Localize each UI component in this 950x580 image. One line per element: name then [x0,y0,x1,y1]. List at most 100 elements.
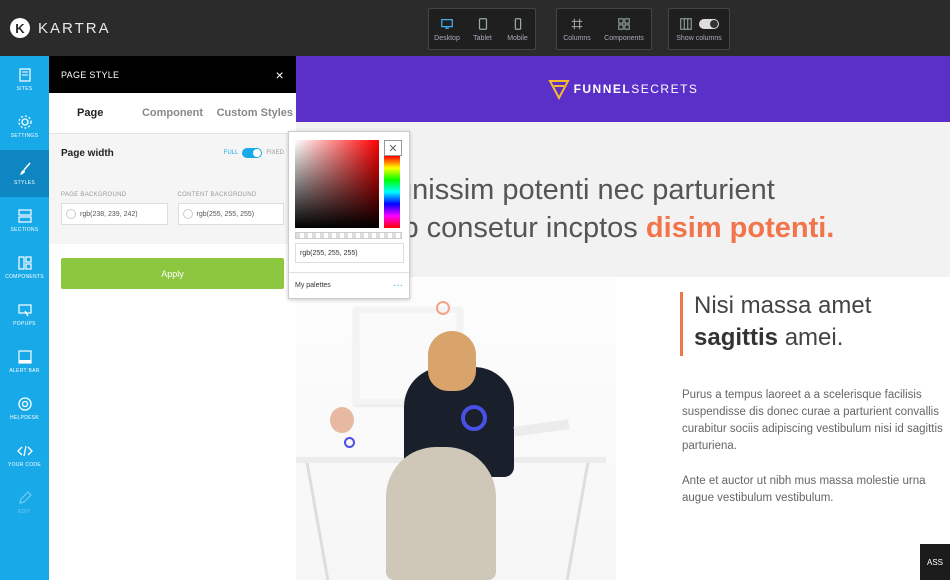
sidebar-item-components[interactable]: COMPONENTS [0,244,49,291]
page-background-field[interactable]: rgb(238, 239, 242) [61,203,168,225]
show-columns-group: Show columns [668,8,730,50]
hero-line-2-text: ip consetur incptos [396,212,646,244]
sidebar-label-alert-bar: ALERT BAR [9,368,40,374]
tab-page[interactable]: Page [49,93,131,133]
brand-bold: FUNNEL [573,82,632,96]
show-columns-switch[interactable] [699,18,719,29]
my-palettes-label: My palettes [295,282,331,289]
sidebar-item-edit[interactable]: EDIT [0,479,49,526]
device-desktop-label: Desktop [434,34,460,42]
device-tablet-button[interactable]: Tablet [465,9,500,49]
funnel-logo-icon [547,80,570,100]
person-head [428,331,476,391]
components-sidebar-icon [17,256,32,270]
background-row: PAGE BACKGROUND rgb(238, 239, 242) CONTE… [49,172,296,244]
quote-rest: amei. [778,324,844,351]
code-icon [16,445,33,457]
desk-leg-right [565,463,590,580]
left-sidebar: SITES SETTINGS STYLES SECTIONS COMPONENT… [0,56,49,580]
sidebar-item-sites[interactable]: SITES [0,56,49,103]
columns-button[interactable]: Columns [557,9,597,49]
sidebar-item-popups[interactable]: POPUPS [0,291,49,338]
apply-button[interactable]: Apply [61,258,284,289]
my-palettes-row[interactable]: My palettes ··· [289,272,409,298]
sidebar-item-styles[interactable]: STYLES [0,150,49,197]
sidebar-item-helpdesk[interactable]: HELPDESK [0,385,49,432]
hero-photo [296,277,616,580]
device-mobile-button[interactable]: Mobile [500,9,535,49]
sidebar-label-settings: SETTINGS [10,133,39,139]
sidebar-label-your-code: YOUR CODE [8,462,41,468]
tablet-icon [478,17,487,30]
hue-slider[interactable] [384,156,400,228]
sidebar-item-your-code[interactable]: YOUR CODE [0,432,49,479]
desktop-icon [441,18,453,29]
laptop [513,419,570,437]
small-blue-ring-decoration [344,437,355,448]
panel-header: PAGE STYLE × [49,56,296,93]
panel-tabs: Page Component Custom Styles [49,93,296,134]
picker-value-input[interactable]: rgb(255, 255, 255) [295,243,404,263]
mobile-icon [514,17,521,30]
tab-component[interactable]: Component [131,93,213,133]
site-header: FUNNEL SECRETS [296,56,950,122]
sidebar-label-popups: POPUPS [13,321,36,327]
app-logo[interactable]: K KARTRA [10,14,111,42]
alert-bar-icon [17,350,32,364]
paragraph-2: Ante et auctor ut nibh mus massa molesti… [682,475,926,504]
alpha-slider[interactable] [295,232,402,239]
quote-bar [680,292,683,356]
quote-bold: sagittis [694,324,779,351]
more-options-icon[interactable]: ··· [393,280,403,291]
chair [386,447,496,580]
components-button[interactable]: Components [597,9,651,49]
sidebar-label-components: COMPONENTS [5,274,44,280]
page-width-row: Page width FULL FIXED [49,134,296,172]
device-switcher: Desktop Tablet Mobile [428,8,536,50]
content-background-swatch [182,209,193,219]
desk-leg-left [305,463,330,580]
brush-icon [19,162,31,175]
picker-clear-icon[interactable]: ✕ [384,140,402,156]
saturation-area[interactable] [295,140,379,228]
device-mobile-label: Mobile [507,34,528,42]
hero-line-1: gnissim potenti nec parturient [396,174,775,206]
page-width-switch[interactable] [242,148,263,158]
page-background-group: PAGE BACKGROUND rgb(238, 239, 242) [61,192,168,244]
layout-tools: Columns Components [556,8,652,50]
sidebar-item-sections[interactable]: SECTIONS [0,197,49,244]
toggle-fixed-label: FIXED [266,150,284,156]
device-desktop-button[interactable]: Desktop [429,9,465,49]
sites-icon [18,68,31,82]
columns-label: Columns [563,34,591,42]
content-background-value: rgb(255, 255, 255) [196,210,255,218]
site-brand[interactable]: FUNNEL SECRETS [547,78,699,100]
hero-highlight: disim potenti. [645,212,835,244]
panel-title: PAGE STYLE [61,69,120,80]
components-icon [618,17,630,30]
sidebar-label-helpdesk: HELPDESK [9,415,40,421]
hero-line-2: ip consetur incptos disim potenti. [396,212,834,245]
page-width-label: Page width [61,147,114,159]
tab-custom-styles[interactable]: Custom Styles [214,93,296,133]
corner-button[interactable]: ASS [920,544,950,580]
sidebar-item-alert-bar[interactable]: ALERT BAR [0,338,49,385]
brand-rest: SECRETS [631,82,699,96]
content-background-field[interactable]: rgb(255, 255, 255) [177,203,284,225]
columns-icon [571,18,583,29]
sidebar-item-settings[interactable]: SETTINGS [0,103,49,150]
logo-mark: K [10,18,30,38]
apply-wrap: Apply [49,244,296,303]
content-background-label: CONTENT BACKGROUND [177,192,257,198]
blue-ring-decoration [461,405,487,431]
page-background-swatch [66,209,76,219]
paragraph-1: Purus a tempus laoreet a a scelerisque f… [682,389,943,452]
close-icon[interactable]: × [276,67,284,83]
device-tablet-label: Tablet [473,34,492,42]
logo-text: KARTRA [38,19,111,37]
quote-line-1: Nisi massa amet [694,292,872,319]
vase [330,407,354,433]
sidebar-label-sections: SECTIONS [10,227,39,233]
pencil-icon [18,491,32,504]
show-columns-toggle[interactable]: Show columns [669,9,729,49]
